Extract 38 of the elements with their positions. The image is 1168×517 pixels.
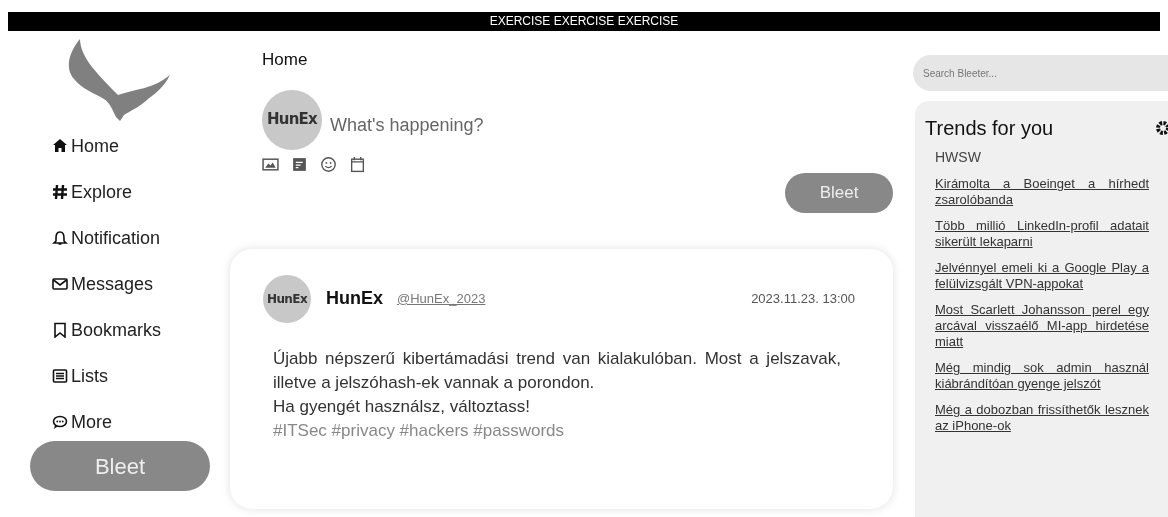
author-handle[interactable]: @HunEx_2023 [397, 288, 486, 309]
author-name: HunEx [326, 287, 383, 310]
avatar: HunEx [263, 274, 311, 323]
settings-icon[interactable] [1156, 121, 1168, 135]
list-icon [52, 368, 68, 384]
compose-field[interactable]: What's happening? [330, 112, 730, 139]
document-icon[interactable] [291, 155, 308, 173]
nav-item[interactable]: Bookmarks [52, 315, 210, 345]
trend-link[interactable]: Még a dobozban frissíthetők lesznek az iPhone-ok [935, 402, 1149, 434]
search-field[interactable]: Search Bleeter... [913, 55, 1168, 91]
nav-item[interactable]: Home [52, 131, 210, 161]
nav-item[interactable]: Messages [52, 269, 210, 299]
post-text: Újabb népszerű kibertámadási trend van kialakulóban. Most a jelszavak, illetve a jelszóhash-ek vannak a porondon. Ha gyengét használsz, változtass! [273, 347, 841, 418]
hash-icon [52, 184, 68, 200]
nav-item[interactable]: Explore [52, 177, 210, 207]
trend-link[interactable]: Több millió LinkedIn-profil adatait sikerült lekaparni [935, 218, 1149, 250]
trend-link[interactable]: Most Scarlett Johansson perel egy arcával visszaélő MI-app hirdetése miatt [935, 302, 1149, 350]
hashtags: #ITSec #privacy #hackers #passwords [273, 419, 566, 442]
trends-source: HWSW [935, 148, 982, 167]
bell-icon [52, 230, 68, 246]
page-title: Home [262, 49, 309, 71]
bookmark-icon [52, 322, 68, 338]
nav-item[interactable]: Notification [52, 223, 210, 253]
image-icon[interactable] [262, 155, 279, 173]
nav-item[interactable]: Lists [52, 361, 210, 391]
exercise-banner: EXERCISE EXERCISE EXERCISE [8, 12, 1160, 31]
envelope-icon [52, 276, 68, 292]
chat-bubble-icon [52, 414, 68, 430]
trends-title: Trends for you [925, 116, 1054, 141]
home-icon [52, 138, 68, 154]
nav-item[interactable]: More [52, 407, 210, 437]
trend-link[interactable]: Jelvénnyel emeli ki a Google Play a felülvizsgált VPN-appokat [935, 260, 1149, 292]
trend-link[interactable]: Kirámolta a Boeinget a hírhedt zsarolóbanda [935, 176, 1149, 208]
smiley-icon[interactable] [320, 155, 337, 173]
calendar-icon[interactable] [349, 155, 366, 173]
post-time: 2023.11.23. 13:00 [751, 289, 855, 308]
avatar: HunEx [262, 89, 322, 150]
trend-link[interactable]: Még mindig sok admin használ kiábrándítóan gyenge jelszót [935, 360, 1149, 392]
